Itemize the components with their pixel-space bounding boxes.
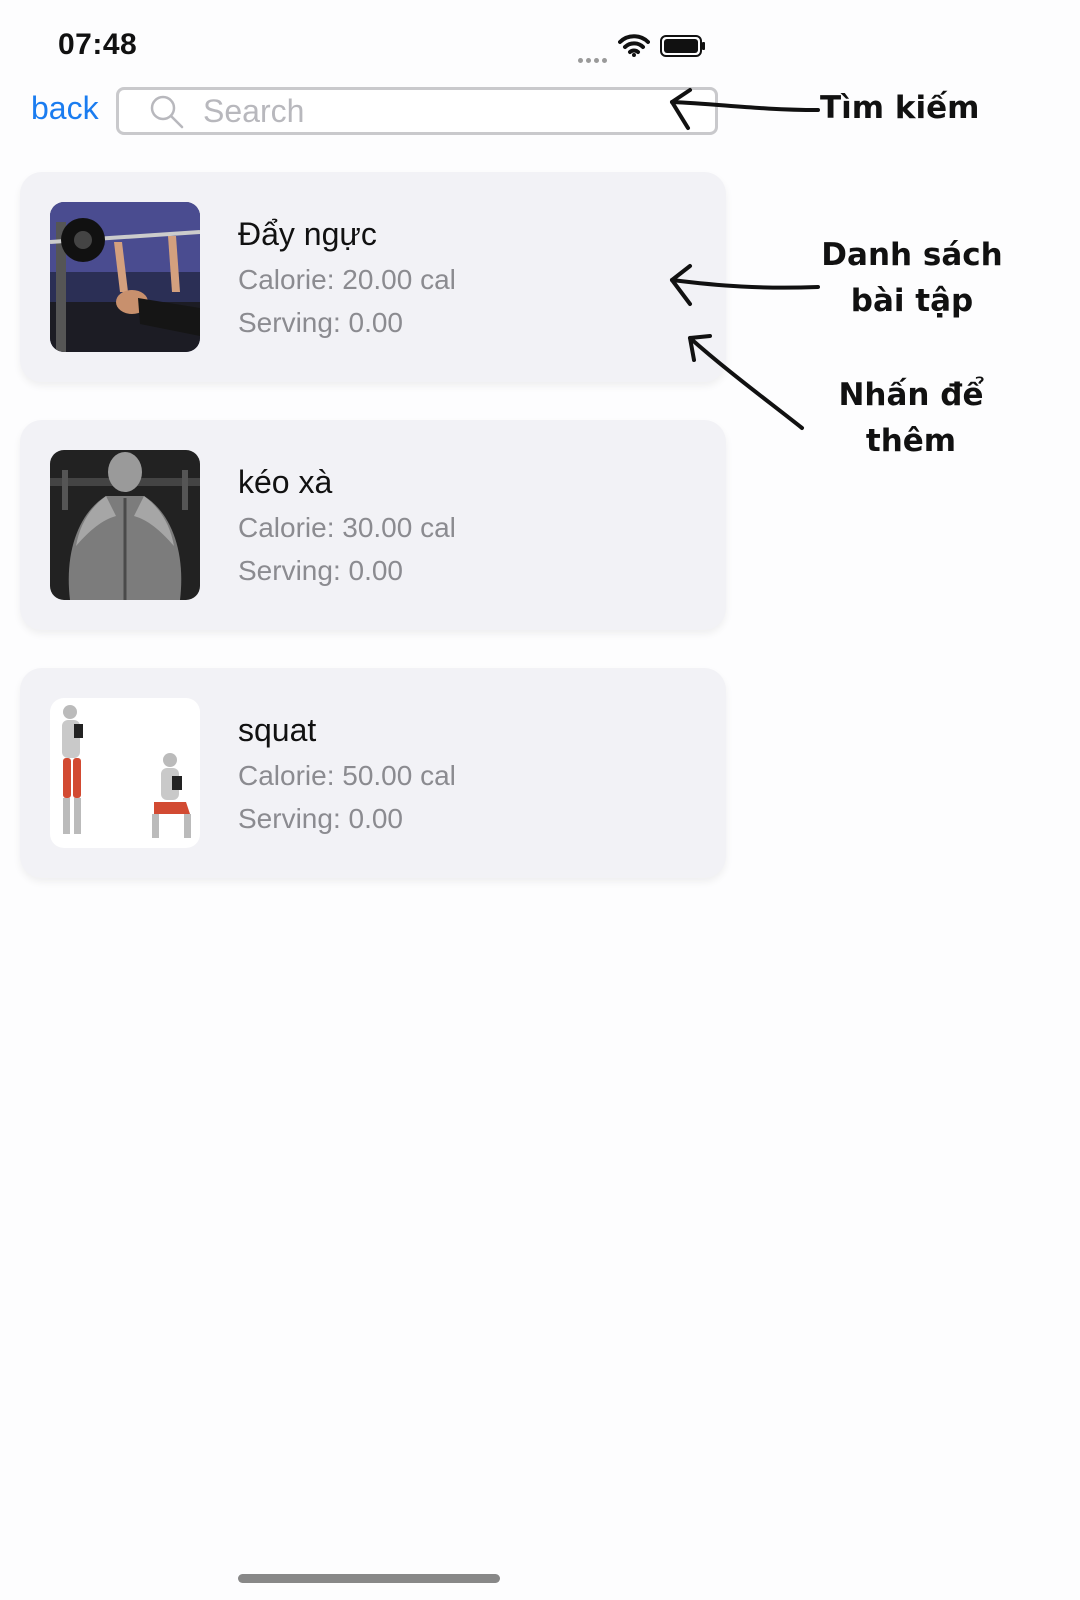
annotation-arrow-search [670, 100, 820, 112]
annotation-tap-line1: Nhấn để [838, 377, 984, 413]
annotation-search-text: Tìm kiếm [820, 90, 980, 126]
annotation-list-line2: bài tập [850, 283, 974, 319]
annotation-arrow-tap [688, 336, 804, 430]
annotation-list-line1: Danh sách [821, 237, 1003, 273]
annotation-exercise-list: Danh sách bài tập [812, 232, 1012, 324]
annotation-arrow-list [670, 278, 820, 290]
home-indicator [238, 1574, 500, 1583]
annotation-tap-to-add: Nhấn để thêm [826, 372, 996, 464]
annotation-search: Tìm kiếm [820, 85, 979, 131]
annotation-tap-line2: thêm [865, 423, 957, 459]
